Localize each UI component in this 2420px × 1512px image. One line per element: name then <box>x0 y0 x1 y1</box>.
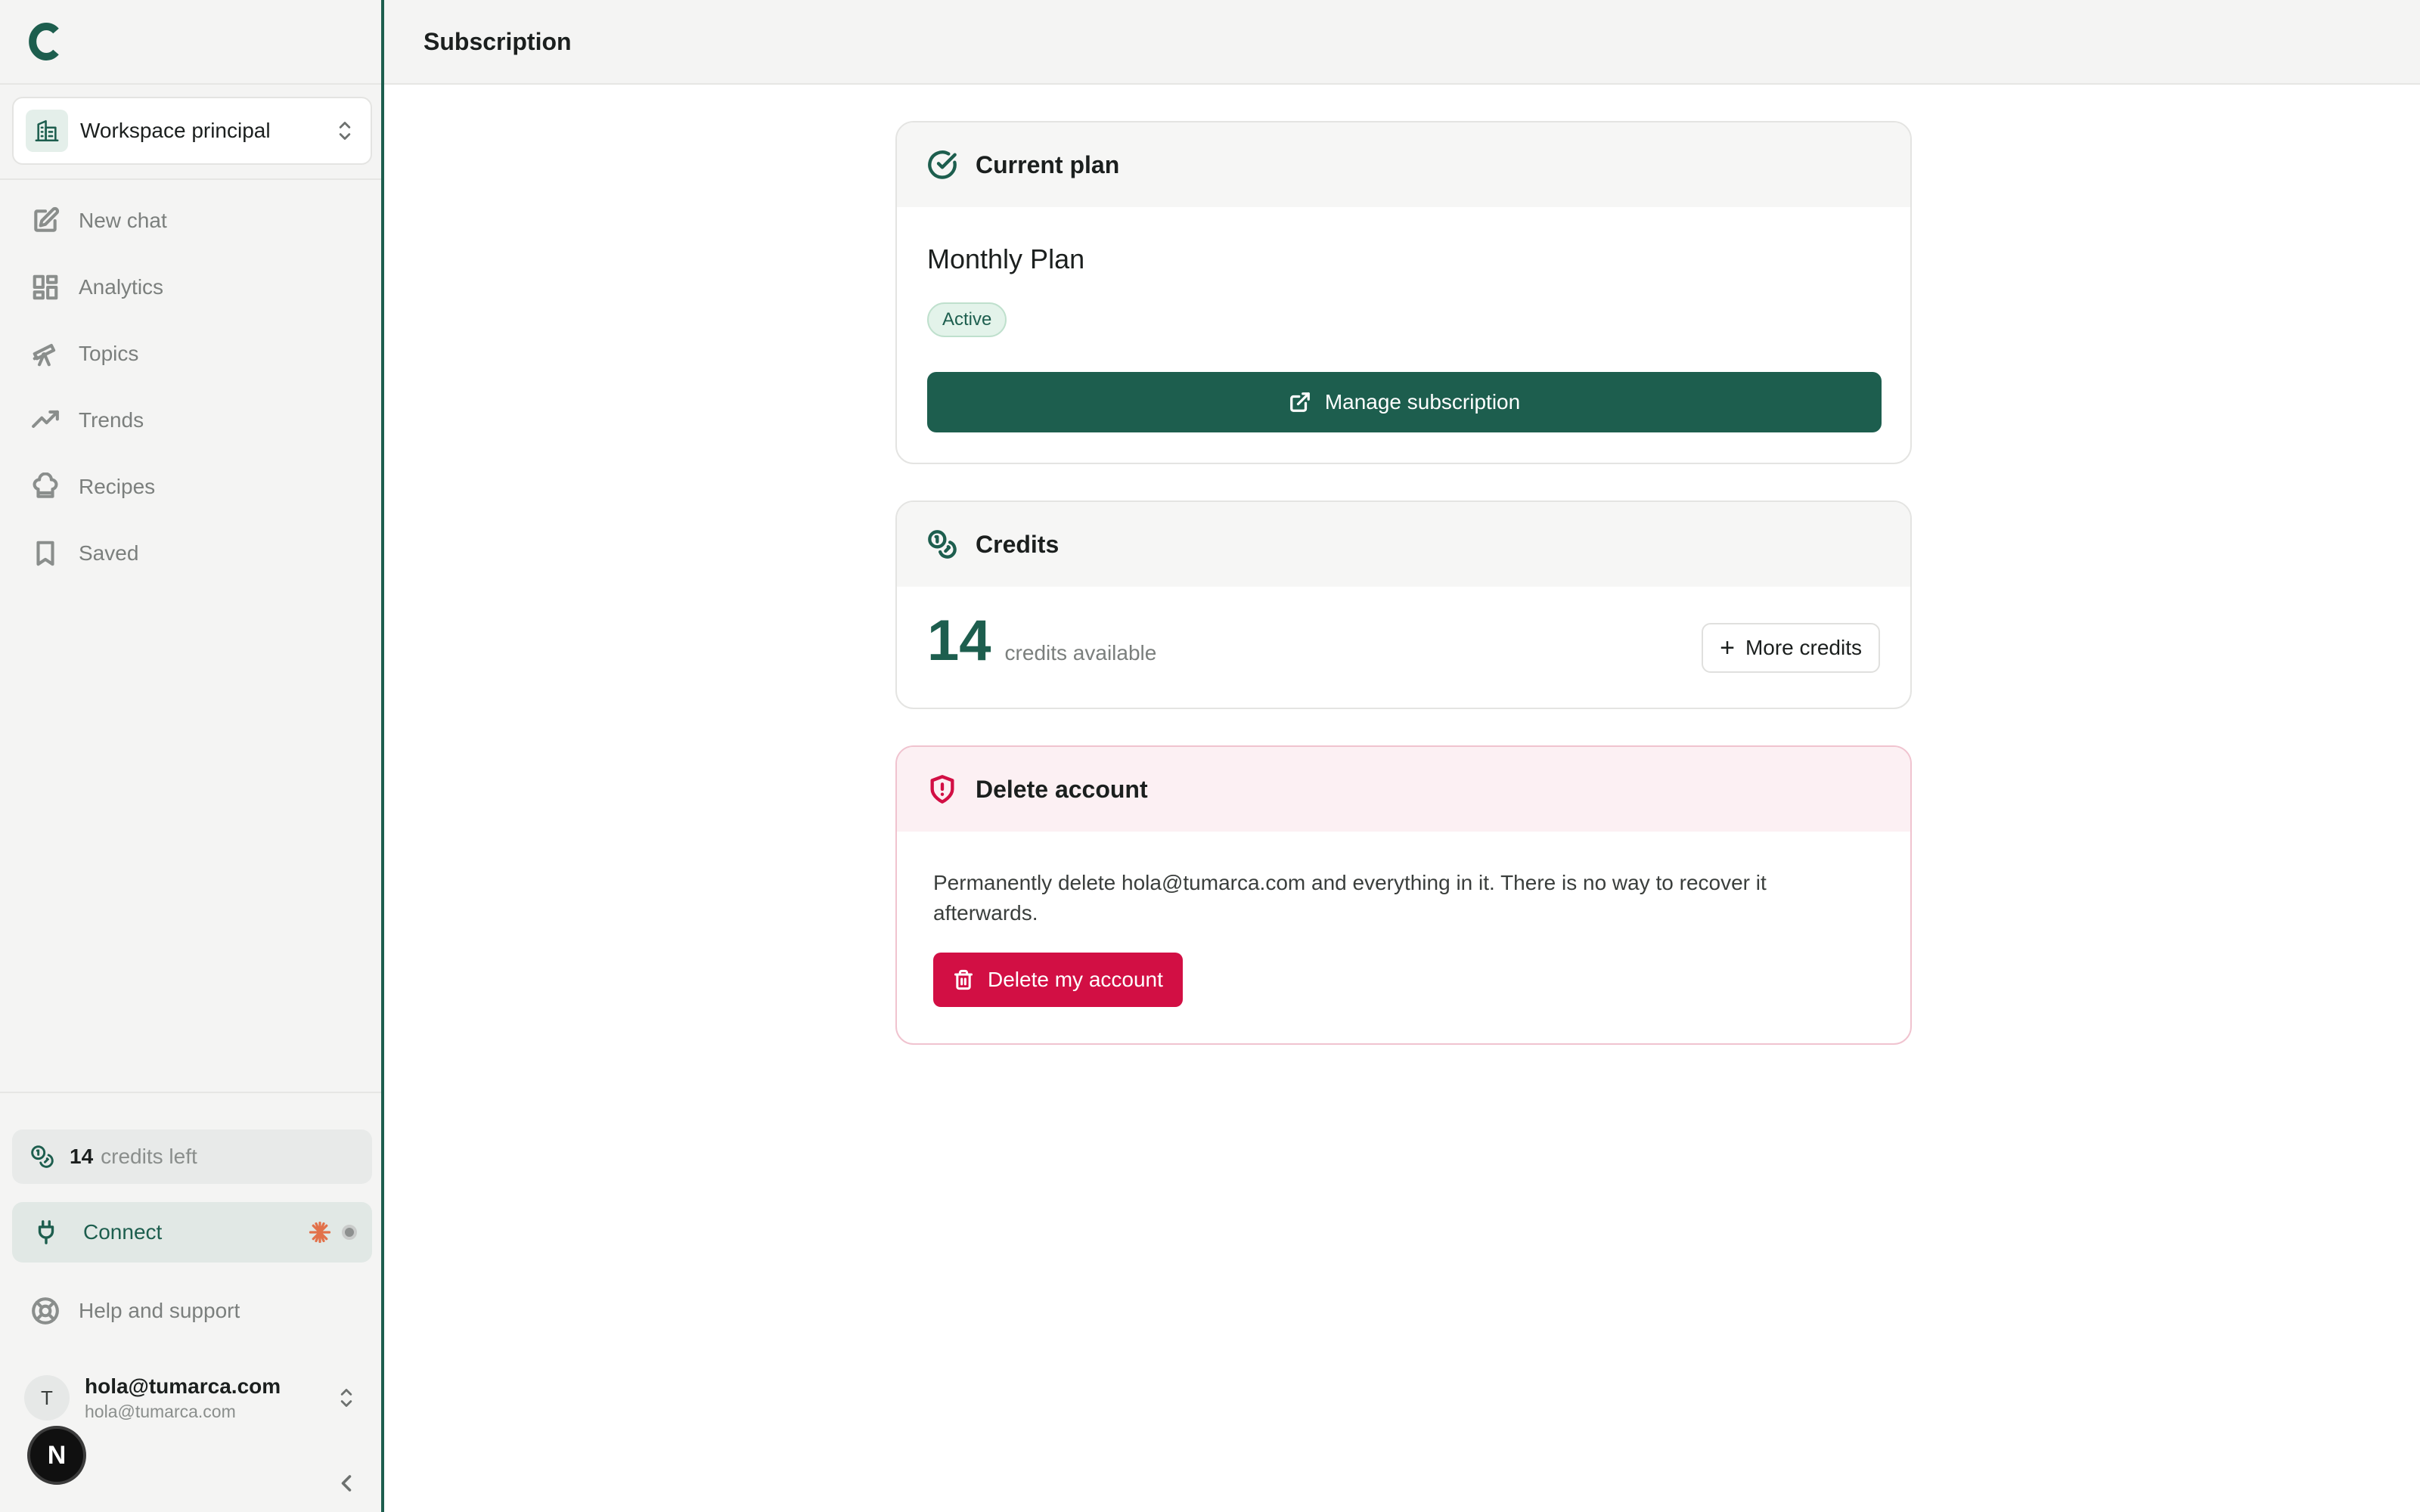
sidebar-item-label: Saved <box>79 541 139 565</box>
coins-icon <box>31 1145 54 1168</box>
grid-icon <box>30 272 60 302</box>
chevron-updown-icon <box>339 122 351 140</box>
brand-c-icon[interactable] <box>27 22 60 61</box>
sidebar-item-saved[interactable]: Saved <box>12 523 372 584</box>
page-title: Subscription <box>424 27 572 55</box>
credits-count: 14 credits available <box>927 612 1156 670</box>
chevron-updown-icon <box>340 1389 352 1407</box>
sidebar-item-label: Recipes <box>79 475 156 498</box>
shield-alert-icon <box>927 774 957 804</box>
external-link-icon <box>1289 392 1310 412</box>
delete-description: Permanently delete hola@tumarca.com and … <box>933 871 1767 925</box>
sidebar-item-topics[interactable]: Topics <box>12 324 372 384</box>
app-root: Workspace principal New chat Analytics T… <box>0 0 2420 1512</box>
help-and-support-link[interactable]: Help and support <box>12 1281 372 1341</box>
sidebar-item-trends[interactable]: Trends <box>12 390 372 451</box>
user-email: hola@tumarca.com <box>85 1401 236 1421</box>
manage-subscription-button[interactable]: Manage subscription <box>927 372 1882 432</box>
button-label: Delete my account <box>988 968 1163 991</box>
credits-card: Credits 14 credits available + More cred… <box>895 500 1912 709</box>
building-icon <box>26 110 68 152</box>
telescope-icon <box>30 339 60 369</box>
sidebar-item-label: Analytics <box>79 275 164 299</box>
user-menu[interactable]: T hola@tumarca.com hola@tumarca.com <box>12 1364 372 1432</box>
sidebar-divider <box>0 1092 381 1093</box>
credits-left-pill[interactable]: 14 credits left <box>12 1129 372 1184</box>
edit-icon <box>30 206 60 236</box>
more-credits-button[interactable]: + More credits <box>1702 623 1880 673</box>
credits-left-label: credits left <box>101 1145 197 1168</box>
status-badge: Active <box>927 302 1007 337</box>
sidebar-item-new-chat[interactable]: New chat <box>12 191 372 251</box>
current-plan-card: Current plan Monthly Plan Active Manage … <box>895 121 1912 464</box>
card-header: Delete account <box>897 747 1910 832</box>
sparkle-icon <box>309 1221 331 1244</box>
plug-icon <box>38 1220 54 1244</box>
plus-icon: + <box>1720 633 1735 662</box>
logo-row <box>0 0 381 85</box>
credits-left-count: 14 <box>70 1145 94 1168</box>
coins-icon <box>927 529 957 559</box>
button-label: More credits <box>1745 636 1862 659</box>
card-header: Current plan <box>897 122 1910 207</box>
lifebuoy-icon <box>30 1296 60 1326</box>
button-label: Manage subscription <box>1324 390 1521 414</box>
sidebar-item-label: Topics <box>79 342 139 365</box>
help-label: Help and support <box>79 1299 240 1322</box>
sidebar-divider <box>0 178 381 180</box>
chef-hat-icon <box>30 472 60 502</box>
user-name: hola@tumarca.com <box>85 1374 281 1398</box>
credits-number: 14 <box>927 609 991 673</box>
avatar: T <box>24 1375 70 1421</box>
collapse-sidebar-icon[interactable] <box>333 1470 360 1497</box>
user-info: hola@tumarca.com hola@tumarca.com <box>85 1374 336 1422</box>
delete-account-card: Delete account Permanently delete hola@t… <box>895 745 1912 1045</box>
credits-caption: credits available <box>1004 641 1157 665</box>
status-dot-icon <box>342 1225 357 1240</box>
workspace-label: Workspace principal <box>80 119 271 142</box>
connect-button[interactable]: Connect <box>12 1202 372 1263</box>
trash-icon <box>954 969 973 990</box>
delete-account-button[interactable]: Delete my account <box>933 953 1183 1007</box>
card-header: Credits <box>897 502 1910 587</box>
sidebar-item-recipes[interactable]: Recipes <box>12 457 372 517</box>
card-title: Credits <box>976 530 1060 558</box>
sidebar: Workspace principal New chat Analytics T… <box>0 0 384 1512</box>
sidebar-item-analytics[interactable]: Analytics <box>12 257 372 318</box>
check-circle-icon <box>927 150 957 180</box>
card-title: Current plan <box>976 150 1120 178</box>
sidebar-nav: New chat Analytics Topics Trends Recipes… <box>12 191 372 584</box>
dev-tools-badge[interactable]: N <box>27 1426 86 1485</box>
card-title: Delete account <box>976 775 1148 803</box>
page-header: Subscription <box>384 0 2420 85</box>
connect-label: Connect <box>83 1220 163 1244</box>
main-content: Subscription Current plan Monthly Plan A… <box>384 0 2420 1512</box>
trending-up-icon <box>30 405 60 435</box>
bookmark-icon <box>30 538 60 569</box>
plan-name: Monthly Plan <box>927 243 1085 274</box>
sidebar-item-label: Trends <box>79 408 144 432</box>
workspace-switcher[interactable]: Workspace principal <box>12 97 372 165</box>
sidebar-item-label: New chat <box>79 209 167 232</box>
